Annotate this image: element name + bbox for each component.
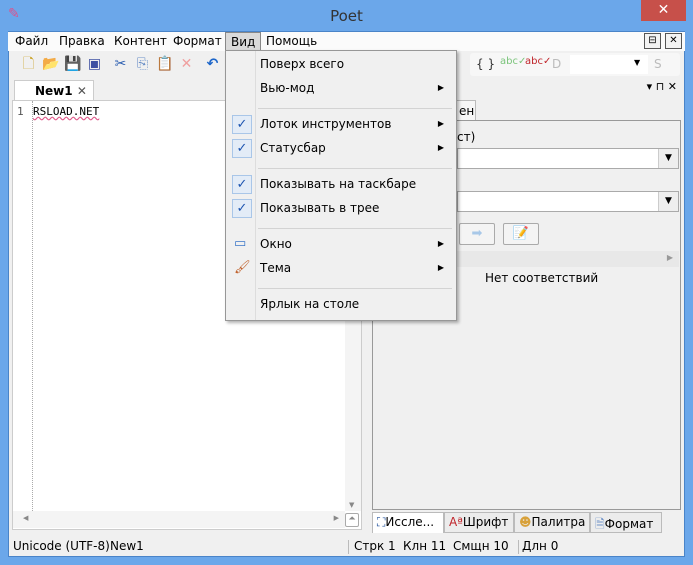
spellcheck-red-icon[interactable]: abc✓ xyxy=(525,56,551,67)
menu-view[interactable]: Вид xyxy=(225,32,262,51)
braces-button[interactable]: { } xyxy=(476,57,495,71)
tab-close-icon[interactable]: ✕ xyxy=(77,84,87,98)
checkmark-icon: ✓ xyxy=(232,139,252,158)
menu-item-view-mode[interactable]: Вью-мод ▶ xyxy=(228,77,454,99)
panel-label: ст) xyxy=(457,130,476,144)
font-icon: Aª xyxy=(449,515,463,529)
submenu-arrow-icon: ▶ xyxy=(437,239,444,248)
line-gutter xyxy=(13,101,33,511)
tab-format[interactable]: 🗎Формат xyxy=(590,512,662,533)
checkmark-icon: ✓ xyxy=(232,115,252,134)
menu-item-toolbox[interactable]: ✓ Лоток инструментов ▶ xyxy=(228,113,454,135)
submenu-arrow-icon: ▶ xyxy=(437,143,444,152)
tab-research[interactable]: ⛶Иссле... xyxy=(372,512,444,533)
paste-icon[interactable]: 📋 xyxy=(156,56,173,73)
window-icon: ▭ xyxy=(234,236,247,251)
save-all-icon[interactable]: ▣ xyxy=(86,56,103,73)
status-column: Клн 11 xyxy=(403,539,447,553)
status-document: New1 xyxy=(110,539,144,553)
line-number: 1 xyxy=(17,105,24,118)
checkmark-icon: ✓ xyxy=(232,199,252,218)
panel-combo-1[interactable]: ▼ xyxy=(457,148,679,169)
no-match-text: Нет соответствий xyxy=(485,271,599,285)
menu-file[interactable]: Файл xyxy=(10,32,53,51)
tab-font[interactable]: AªШрифт xyxy=(444,512,514,533)
window-title: Poet xyxy=(330,7,363,25)
document-icon: 🗎 xyxy=(595,517,605,531)
new-file-icon[interactable]: 🗋 xyxy=(20,56,37,73)
submenu-arrow-icon: ▶ xyxy=(437,119,444,128)
submenu-arrow-icon: ▶ xyxy=(437,263,444,272)
d-button[interactable]: D xyxy=(552,57,561,71)
panel-bottom-tabs: ⛶Иссле... AªШрифт ☻Палитра 🗎Формат xyxy=(372,512,662,533)
checkmark-icon: ✓ xyxy=(232,175,252,194)
window-close-button[interactable]: ✕ xyxy=(641,0,686,21)
forward-arrow-button[interactable]: ➡ xyxy=(459,223,495,245)
results-header: ▶ xyxy=(457,251,679,267)
s-button[interactable]: S xyxy=(654,57,662,71)
menu-item-desktop-shortcut[interactable]: Ярлык на столе xyxy=(228,293,454,315)
menu-item-theme[interactable]: 🖌 Тема ▶ xyxy=(228,257,454,279)
mdi-close-button[interactable]: ✕ xyxy=(665,33,682,49)
menu-item-window[interactable]: ▭ Окно ▶ xyxy=(228,233,454,255)
status-line: Стрк 1 xyxy=(354,539,396,553)
status-encoding[interactable]: Unicode (UTF-8) xyxy=(13,537,110,556)
submenu-arrow-icon: ▶ xyxy=(437,83,444,92)
tab-new1[interactable]: New1 ✕ xyxy=(14,80,94,101)
spellcheck-icon[interactable]: abc✓ xyxy=(500,56,526,67)
delete-icon[interactable]: ✕ xyxy=(178,56,195,73)
menu-item-show-tray[interactable]: ✓ Показывать в трее xyxy=(228,197,454,219)
chevron-down-icon[interactable]: ▼ xyxy=(634,58,640,67)
menu-content[interactable]: Контент xyxy=(109,32,172,51)
panel-combo-2[interactable]: ▼ xyxy=(457,191,679,212)
open-folder-icon[interactable]: 📂 xyxy=(42,56,59,73)
status-offset: Смщн 10 xyxy=(453,539,509,553)
horizontal-scrollbar[interactable]: ◀ ▶ xyxy=(13,511,345,528)
menu-format[interactable]: Формат xyxy=(168,32,227,51)
cut-icon[interactable]: ✂ xyxy=(112,56,129,73)
menu-item-statusbar[interactable]: ✓ Статусбар ▶ xyxy=(228,137,454,159)
status-bar: Unicode (UTF-8) New1 Стрк 1 Клн 11 Смщн … xyxy=(8,537,685,556)
split-button[interactable]: ⏶ xyxy=(345,513,359,527)
edit-list-button[interactable]: 📝 xyxy=(503,223,539,245)
palette-icon: ☻ xyxy=(519,515,532,529)
save-icon[interactable]: 💾 xyxy=(64,56,81,73)
tab-palette[interactable]: ☻Палитра xyxy=(514,512,590,533)
chevron-down-icon[interactable]: ▼ xyxy=(658,149,678,168)
menu-item-show-taskbar[interactable]: ✓ Показывать на таскбаре xyxy=(228,173,454,195)
menu-help[interactable]: Помощь xyxy=(261,32,322,51)
editor-text[interactable]: RSLOAD.NET xyxy=(33,105,99,118)
menu-item-always-on-top[interactable]: Поверх всего xyxy=(228,53,454,75)
menu-bar: Файл Правка Контент Формат Вид Помощь xyxy=(8,32,685,51)
tab-label: New1 xyxy=(35,84,73,98)
brush-icon: 🖌 xyxy=(234,260,251,275)
format-toolbar: { } abc✓ abc✓ D ▼ S xyxy=(470,53,680,76)
undo-icon[interactable]: ↶ xyxy=(204,56,221,73)
app-feather-icon: ✎ xyxy=(8,6,20,22)
status-length: Длн 0 xyxy=(522,539,559,553)
view-menu-dropdown: Поверх всего Вью-мод ▶ ✓ Лоток инструменто… xyxy=(225,50,457,321)
menu-edit[interactable]: Правка xyxy=(54,32,110,51)
chevron-down-icon[interactable]: ▼ xyxy=(658,192,678,211)
copy-icon[interactable]: ⎘ xyxy=(134,56,151,73)
mdi-restore-button[interactable]: ⊟ xyxy=(644,33,661,49)
